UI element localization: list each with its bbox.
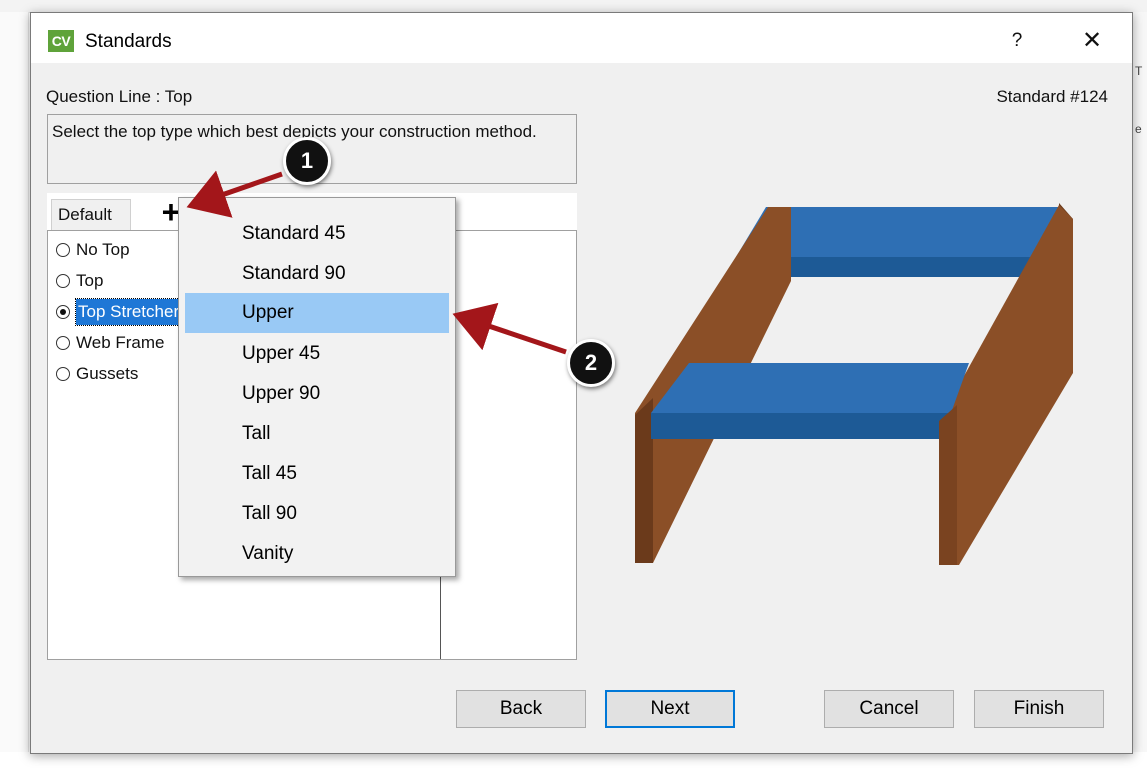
cancel-button[interactable]: Cancel xyxy=(824,690,954,728)
radio-button-selected[interactable] xyxy=(56,305,70,319)
radio-button[interactable] xyxy=(56,274,70,288)
menu-item-upper[interactable]: Upper xyxy=(185,293,449,333)
option-web-frame[interactable]: Web Frame xyxy=(56,330,165,356)
dialog-title: Standards xyxy=(85,31,172,52)
option-label: No Top xyxy=(76,240,130,259)
top-type-dropdown-menu: Standard 45 Standard 90 Upper Upper 45 U… xyxy=(178,197,456,577)
question-line-label: Question Line : Top xyxy=(46,87,193,106)
menu-item-tall-45[interactable]: Tall 45 xyxy=(185,454,449,494)
title-bar: CV Standards ? ✕ xyxy=(31,13,1132,63)
finish-button[interactable]: Finish xyxy=(974,690,1104,728)
background-text-fragment: T xyxy=(1135,64,1143,78)
background-text-fragment: e xyxy=(1135,122,1142,136)
callout-badge-2: 2 xyxy=(567,339,615,387)
help-button[interactable]: ? xyxy=(1002,27,1032,55)
option-label: Top Stretcher xyxy=(74,298,183,326)
radio-button[interactable] xyxy=(56,367,70,381)
menu-item-tall-90[interactable]: Tall 90 xyxy=(185,494,449,534)
background-window-right: T e xyxy=(1132,12,1147,752)
callout-badge-1: 1 xyxy=(283,137,331,185)
top-stretcher-preview-image xyxy=(635,203,1073,565)
menu-item-upper-45[interactable]: Upper 45 xyxy=(185,334,449,374)
menu-item-tall[interactable]: Tall xyxy=(185,414,449,454)
radio-button[interactable] xyxy=(56,243,70,257)
tab-default[interactable]: Default xyxy=(51,199,131,231)
radio-button[interactable] xyxy=(56,336,70,350)
close-button[interactable]: ✕ xyxy=(1072,25,1112,57)
back-button[interactable]: Back xyxy=(456,690,586,728)
option-label: Gussets xyxy=(76,364,139,383)
standard-number: Standard #124 xyxy=(996,87,1108,106)
app-logo: CV xyxy=(48,30,74,52)
option-label: Top xyxy=(76,271,104,290)
menu-item-standard-45[interactable]: Standard 45 xyxy=(185,214,449,254)
option-top[interactable]: Top xyxy=(56,268,103,294)
next-button[interactable]: Next xyxy=(605,690,735,728)
option-top-stretcher[interactable]: Top Stretcher xyxy=(56,298,183,326)
menu-item-standard-90[interactable]: Standard 90 xyxy=(185,254,449,294)
option-label: Web Frame xyxy=(76,333,165,352)
background-window-left xyxy=(0,12,29,752)
menu-item-upper-90[interactable]: Upper 90 xyxy=(185,374,449,414)
option-gussets[interactable]: Gussets xyxy=(56,361,138,387)
menu-item-vanity[interactable]: Vanity xyxy=(185,534,449,574)
option-no-top[interactable]: No Top xyxy=(56,237,130,263)
